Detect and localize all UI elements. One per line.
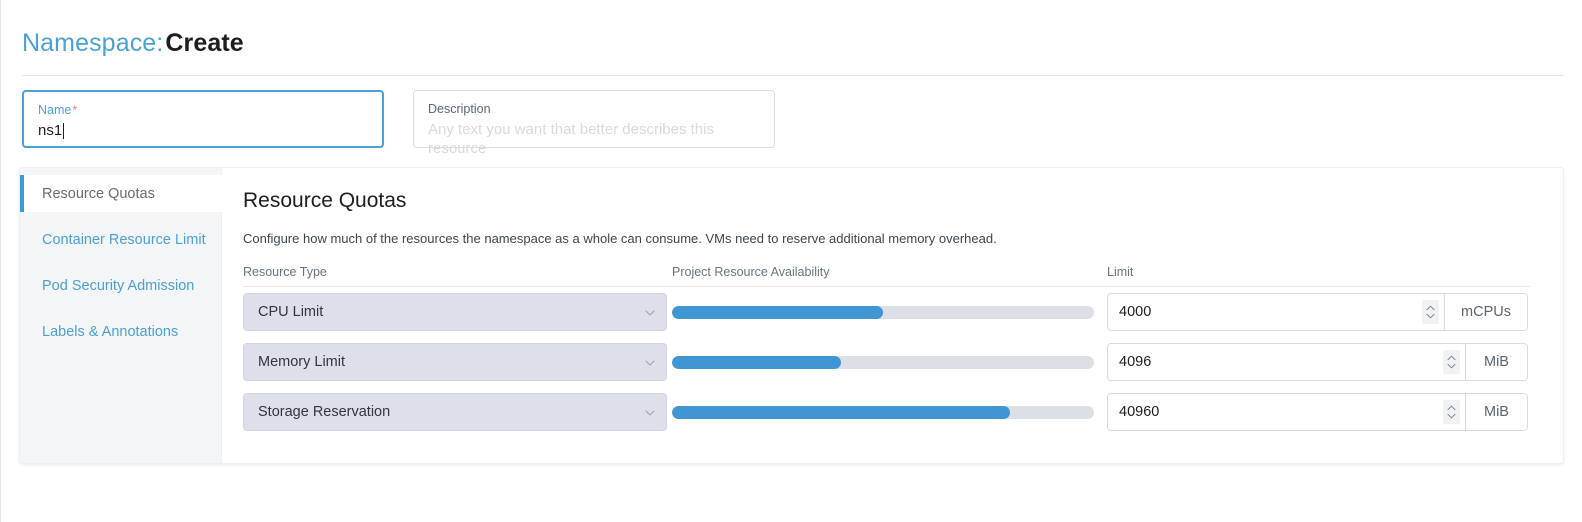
page-title-prefix: Namespace: <box>22 29 163 57</box>
limit-input-group: 4000 mCPUs <box>1107 293 1530 331</box>
sidebar-item-label: Pod Security Admission <box>42 278 194 294</box>
limit-input-group: 4096 MiB <box>1107 343 1530 381</box>
column-header-availability: Project Resource Availability <box>672 265 1107 279</box>
name-input-value: ns1 <box>38 121 62 140</box>
card-body: Resource Quotas Configure how much of th… <box>222 168 1563 463</box>
resource-type-select-value: Memory Limit <box>258 354 345 370</box>
table-row: Memory Limit <box>243 337 1530 387</box>
availability-progress-bar <box>672 306 1094 319</box>
row-limit-cell: 40960 MiB <box>1107 393 1530 431</box>
sidebar-item-container-resource-limit[interactable]: Container Resource Limit <box>20 221 221 258</box>
required-asterisk-icon: * <box>72 103 77 117</box>
top-form-row: Name* ns1 Description Any text you want … <box>1 76 1582 148</box>
resource-type-select[interactable]: Storage Reservation <box>243 393 667 431</box>
name-field-label: Name* <box>38 103 368 117</box>
availability-progress-bar <box>672 406 1094 419</box>
availability-progress-fill <box>672 406 1010 419</box>
page-header: Namespace:Create <box>1 0 1582 58</box>
resource-type-select-value: Storage Reservation <box>258 404 390 420</box>
row-resource-type-cell: CPU Limit <box>243 293 672 331</box>
description-field[interactable]: Description Any text you want that bette… <box>413 90 775 148</box>
availability-progress-fill <box>672 356 841 369</box>
name-field[interactable]: Name* ns1 <box>22 90 384 148</box>
limit-unit-label: MiB <box>1466 343 1528 381</box>
spinner-updown-icon[interactable] <box>1443 350 1460 374</box>
table-row: CPU Limit 4 <box>243 287 1530 337</box>
column-header-resource-type: Resource Type <box>243 265 672 279</box>
resource-type-select-value: CPU Limit <box>258 304 323 320</box>
row-limit-cell: 4096 MiB <box>1107 343 1530 381</box>
limit-input[interactable]: 4096 <box>1107 343 1466 381</box>
limit-input-value: 4096 <box>1119 354 1151 370</box>
quota-table: Resource Type Project Resource Availabil… <box>243 265 1530 437</box>
row-availability-cell <box>672 356 1107 369</box>
sidebar-item-label: Labels & Annotations <box>42 324 178 340</box>
limit-input-value: 40960 <box>1119 404 1159 420</box>
quota-table-header: Resource Type Project Resource Availabil… <box>243 265 1530 287</box>
resource-quotas-card: Resource Quotas Container Resource Limit… <box>19 167 1564 464</box>
chevron-down-icon <box>645 358 655 368</box>
limit-unit-label: MiB <box>1466 393 1528 431</box>
row-availability-cell <box>672 406 1107 419</box>
section-title: Resource Quotas <box>243 188 1530 214</box>
spinner-updown-icon[interactable] <box>1422 300 1439 324</box>
text-cursor <box>63 123 64 139</box>
limit-input[interactable]: 4000 <box>1107 293 1445 331</box>
limit-input[interactable]: 40960 <box>1107 393 1466 431</box>
row-resource-type-cell: Storage Reservation <box>243 393 672 431</box>
row-resource-type-cell: Memory Limit <box>243 343 672 381</box>
row-availability-cell <box>672 306 1107 319</box>
chevron-down-icon <box>645 308 655 318</box>
column-header-limit: Limit <box>1107 265 1530 279</box>
name-input[interactable]: ns1 <box>38 121 368 140</box>
availability-progress-fill <box>672 306 883 319</box>
name-label-text: Name <box>38 103 71 117</box>
row-limit-cell: 4000 mCPUs <box>1107 293 1530 331</box>
sidebar-item-label: Container Resource Limit <box>42 232 206 248</box>
page-title: Namespace:Create <box>22 28 1582 58</box>
limit-input-value: 4000 <box>1119 304 1151 320</box>
table-row: Storage Reservation <box>243 387 1530 437</box>
section-description: Configure how much of the resources the … <box>243 230 1530 247</box>
sidebar-item-resource-quotas[interactable]: Resource Quotas <box>20 175 223 212</box>
availability-progress-bar <box>672 356 1094 369</box>
page-title-value: Create <box>165 29 243 57</box>
description-field-label: Description <box>428 102 760 116</box>
limit-input-group: 40960 MiB <box>1107 393 1530 431</box>
namespace-create-page: Namespace:Create Name* ns1 Description A… <box>0 0 1582 522</box>
resource-type-select[interactable]: Memory Limit <box>243 343 667 381</box>
card-tab-sidebar: Resource Quotas Container Resource Limit… <box>20 168 222 463</box>
sidebar-item-pod-security-admission[interactable]: Pod Security Admission <box>20 267 221 304</box>
limit-unit-label: mCPUs <box>1445 293 1528 331</box>
sidebar-item-label: Resource Quotas <box>42 186 155 202</box>
description-input-placeholder[interactable]: Any text you want that better describes … <box>428 120 760 158</box>
sidebar-item-labels-annotations[interactable]: Labels & Annotations <box>20 313 221 350</box>
chevron-down-icon <box>645 408 655 418</box>
resource-type-select[interactable]: CPU Limit <box>243 293 667 331</box>
spinner-updown-icon[interactable] <box>1443 400 1460 424</box>
